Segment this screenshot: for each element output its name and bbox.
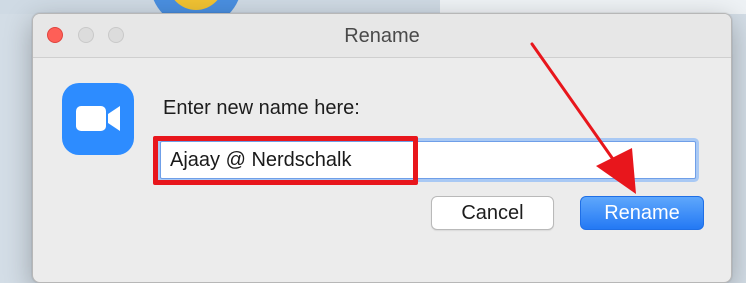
background-strip <box>440 0 746 14</box>
window-title: Rename <box>344 25 420 47</box>
cancel-button[interactable]: Cancel <box>431 196 554 230</box>
rename-dialog: Rename Enter new name here: Cancel Renam… <box>32 13 732 283</box>
new-name-input[interactable] <box>160 141 696 179</box>
rename-prompt-label: Enter new name here: <box>163 97 360 119</box>
title-bar: Rename <box>33 14 731 58</box>
rename-button[interactable]: Rename <box>580 196 704 230</box>
zoom-camera-icon <box>62 83 134 155</box>
